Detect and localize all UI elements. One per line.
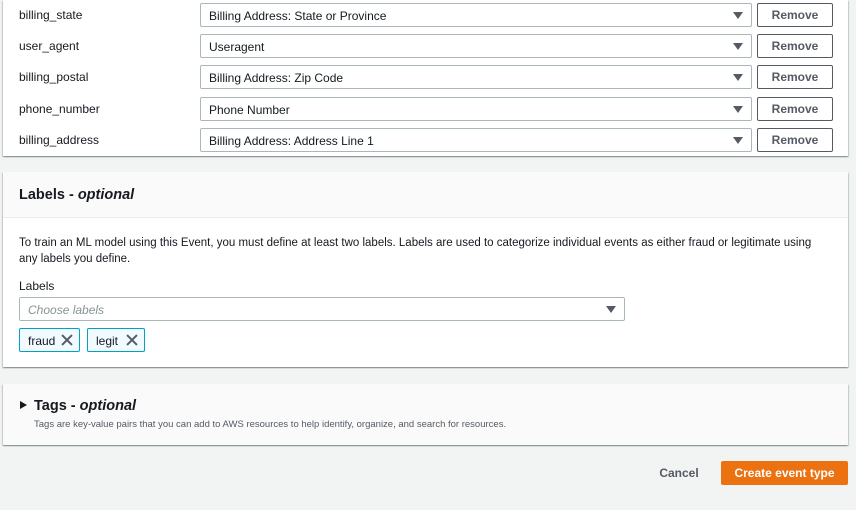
remove-button[interactable]: Remove — [757, 128, 833, 152]
variable-type-select[interactable]: Billing Address: Address Line 1 — [200, 128, 752, 152]
variable-name: billing_state — [19, 8, 83, 22]
caret-down-icon — [733, 74, 743, 81]
remove-button[interactable]: Remove — [757, 65, 833, 89]
variable-name: phone_number — [19, 102, 100, 116]
labels-title-optional: optional — [77, 187, 135, 203]
tags-title[interactable]: Tags - optional — [34, 398, 136, 414]
cancel-button[interactable]: Cancel — [648, 461, 710, 485]
label-token-text: fraud — [28, 334, 56, 348]
caret-down-icon — [733, 106, 743, 113]
caret-down-icon — [733, 43, 743, 50]
remove-button[interactable]: Remove — [757, 3, 833, 27]
labels-panel-header: Labels - optional — [3, 172, 848, 218]
create-event-type-button[interactable]: Create event type — [721, 461, 848, 485]
labels-title: Labels - optional — [19, 187, 134, 203]
variable-type-select[interactable]: Phone Number — [200, 97, 752, 121]
variable-type-value: Useragent — [209, 40, 265, 54]
label-token-text: legit — [96, 334, 119, 348]
variable-name: billing_address — [19, 133, 100, 147]
variable-type-value: Billing Address: Zip Code — [209, 71, 344, 85]
variable-mapping-panel: billing_state Billing Address: State or … — [3, 0, 848, 156]
tags-title-optional: optional — [79, 398, 137, 414]
variable-name: billing_postal — [19, 70, 89, 84]
labels-placeholder: Choose labels — [28, 303, 105, 317]
mapping-row: billing_postal Billing Address: Zip Code… — [3, 65, 848, 89]
variable-type-select[interactable]: Billing Address: State or Province — [200, 3, 752, 27]
labels-select[interactable]: Choose labels — [19, 297, 625, 321]
tags-description: Tags are key-value pairs that you can ad… — [34, 419, 507, 430]
close-icon[interactable] — [125, 333, 139, 347]
tags-panel[interactable]: Tags - optional Tags are key-value pairs… — [3, 384, 848, 445]
mapping-row: phone_number Phone Number Remove — [3, 97, 848, 121]
caret-down-icon — [606, 306, 616, 313]
variable-type-select[interactable]: Useragent — [200, 34, 752, 58]
labels-description: To train an ML model using this Event, y… — [19, 237, 812, 265]
variable-name: user_agent — [19, 39, 80, 53]
close-icon[interactable] — [60, 333, 74, 347]
tags-title-text: Tags - — [34, 398, 80, 414]
variable-type-value: Phone Number — [209, 103, 290, 117]
expand-triangle-icon[interactable] — [20, 401, 27, 409]
label-token-legit: legit — [87, 328, 145, 352]
mapping-row: billing_state Billing Address: State or … — [3, 3, 848, 27]
mapping-row: user_agent Useragent Remove — [3, 34, 848, 58]
remove-button[interactable]: Remove — [757, 97, 833, 121]
variable-type-value: Billing Address: Address Line 1 — [209, 134, 374, 148]
labels-panel: Labels - optional To train an ML model u… — [3, 172, 848, 367]
label-token-fraud: fraud — [19, 328, 80, 352]
caret-down-icon — [733, 12, 743, 19]
remove-button[interactable]: Remove — [757, 34, 833, 58]
labels-field-label: Labels — [19, 279, 55, 293]
labels-title-text: Labels - — [19, 187, 78, 203]
variable-type-select[interactable]: Billing Address: Zip Code — [200, 65, 752, 89]
caret-down-icon — [733, 137, 743, 144]
mapping-row: billing_address Billing Address: Address… — [3, 128, 848, 152]
variable-type-value: Billing Address: State or Province — [209, 9, 387, 23]
